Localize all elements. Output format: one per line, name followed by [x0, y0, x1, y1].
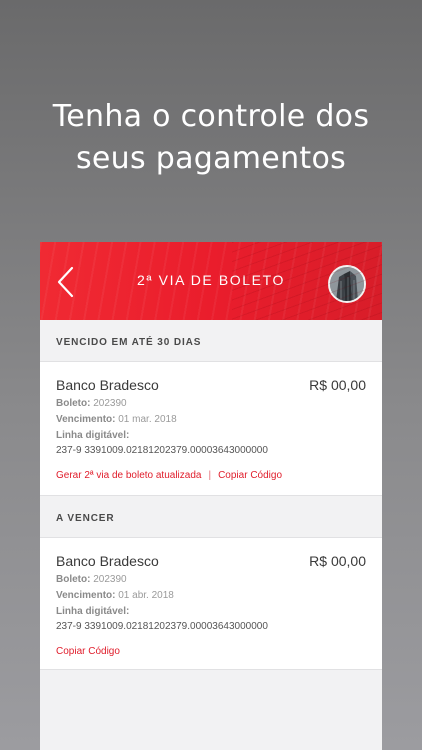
- boleto-number: Boleto: 202390: [56, 574, 366, 586]
- page-title: 2ª VIA DE BOLETO: [136, 272, 286, 288]
- action-separator: |: [208, 470, 212, 481]
- boleto-card: Banco Bradesco R$ 00,00 Boleto: 202390 V…: [40, 362, 382, 496]
- section-header-overdue: VENCIDO EM ATÉ 30 DIAS: [40, 320, 382, 362]
- card-actions: Copiar Código: [56, 646, 366, 658]
- copy-code-link[interactable]: Copiar Código: [218, 470, 282, 481]
- boleto-value: 202390: [93, 574, 127, 585]
- hero-line-2: seus pagamentos: [75, 141, 347, 176]
- boleto-label: Boleto:: [56, 398, 91, 409]
- hero-headline: Tenha o controle dos seus pagamentos: [0, 96, 422, 180]
- boleto-value: 202390: [93, 398, 127, 409]
- boleto-label: Boleto:: [56, 574, 91, 585]
- digitable-line-value: 237-9 3391009.02181202379.00003643000000: [56, 621, 268, 632]
- app-bar: 2ª VIA DE BOLETO: [40, 242, 382, 320]
- building-photo: [330, 267, 364, 301]
- amount: R$ 00,00: [309, 377, 366, 393]
- amount: R$ 00,00: [309, 553, 366, 569]
- due-date-value: 01 mar. 2018: [118, 414, 177, 425]
- due-date-label: Vencimento:: [56, 414, 116, 425]
- digitable-line-value: 237-9 3391009.02181202379.00003643000000: [56, 445, 268, 456]
- due-date-value: 01 abr. 2018: [118, 590, 174, 601]
- avatar[interactable]: [328, 265, 366, 303]
- due-date: Vencimento: 01 mar. 2018: [56, 414, 366, 426]
- due-date: Vencimento: 01 abr. 2018: [56, 590, 366, 602]
- boleto-card: Banco Bradesco R$ 00,00 Boleto: 202390 V…: [40, 538, 382, 670]
- boleto-number: Boleto: 202390: [56, 398, 366, 410]
- generate-updated-boleto-link[interactable]: Gerar 2ª via de boleto atualizada: [56, 470, 201, 481]
- copy-code-link[interactable]: Copiar Código: [56, 646, 120, 657]
- due-date-label: Vencimento:: [56, 590, 116, 601]
- digitable-line-label: Linha digitável:: [56, 430, 130, 441]
- card-actions: Gerar 2ª via de boleto atualizada | Copiar…: [56, 470, 366, 482]
- digitable-line-label: Linha digitável:: [56, 606, 130, 617]
- hero-line-1: Tenha o controle dos: [52, 99, 370, 134]
- phone-screen: 2ª VIA DE BOLETO VENCIDO EM ATÉ 30 DIAS …: [40, 242, 382, 750]
- section-header-upcoming: A VENCER: [40, 496, 382, 538]
